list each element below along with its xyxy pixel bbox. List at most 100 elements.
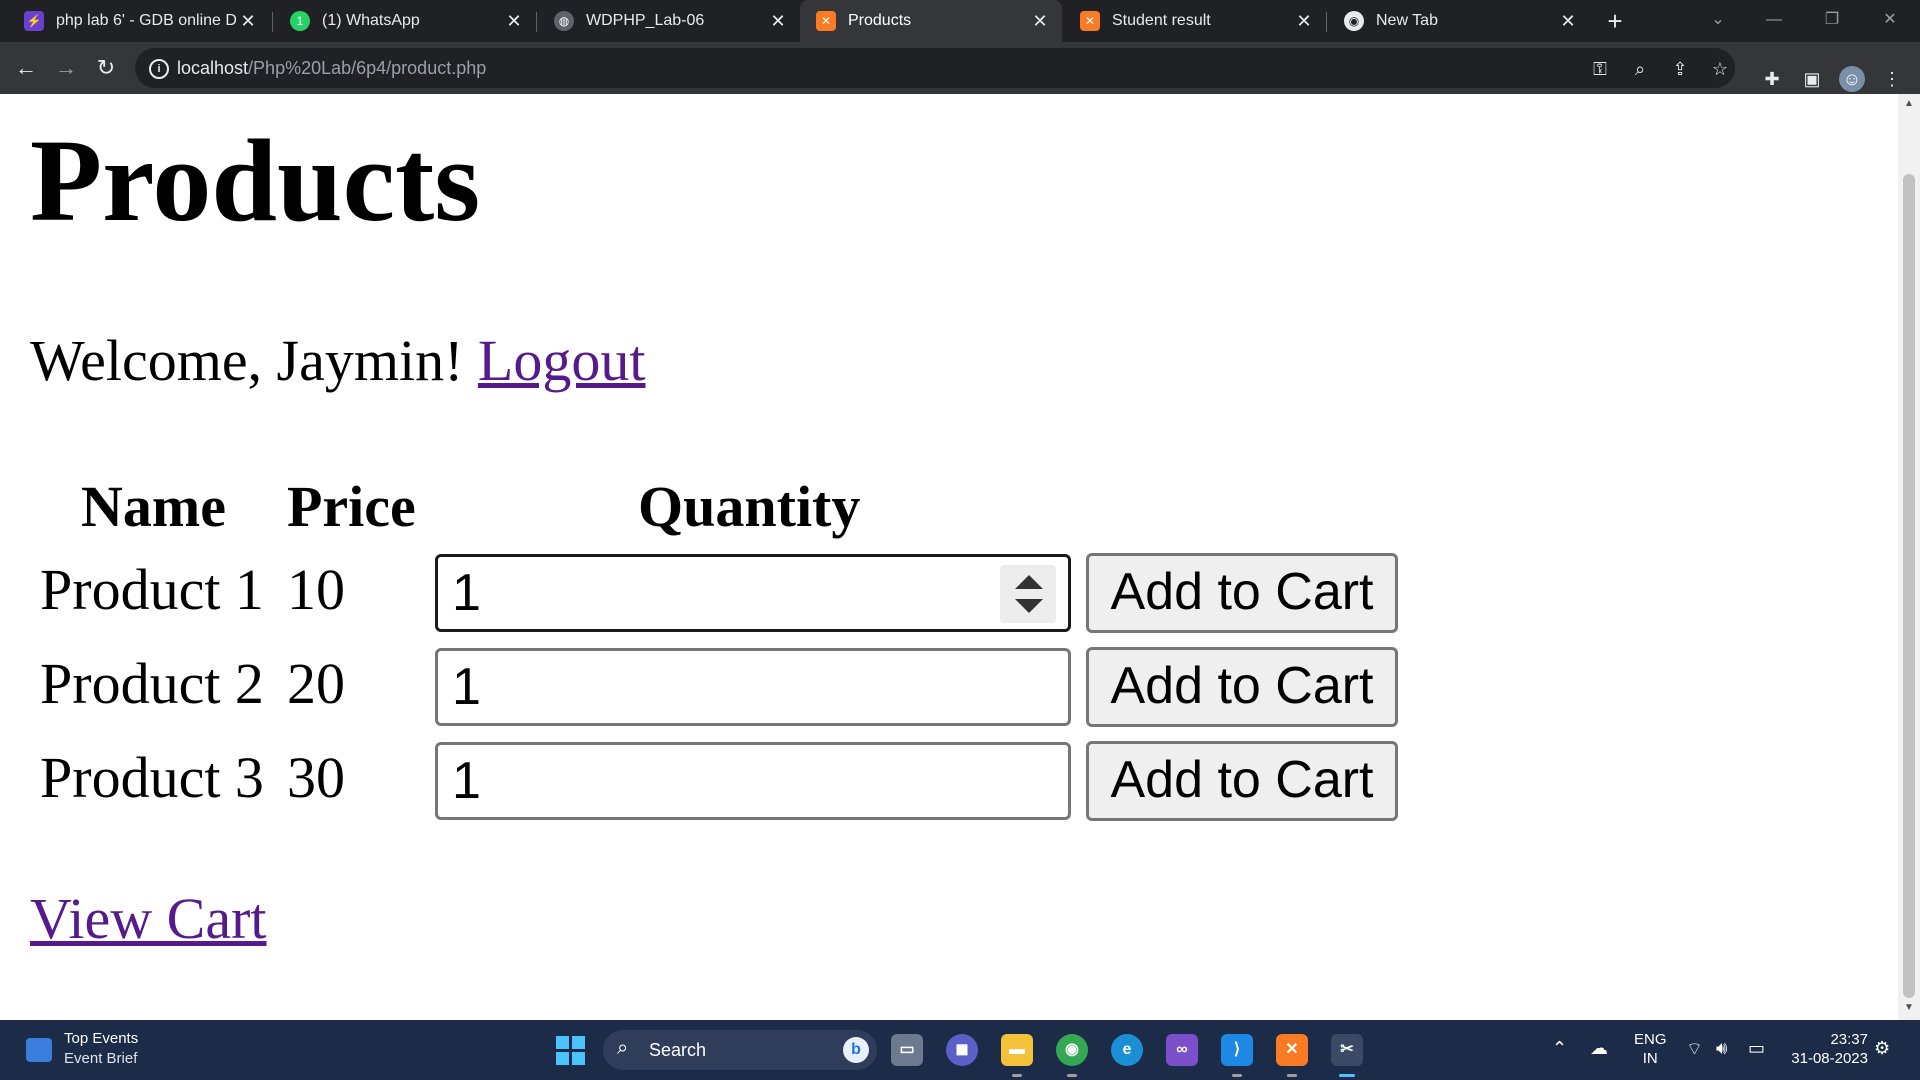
product-price: 10 xyxy=(287,557,345,622)
close-icon[interactable]: ✕ xyxy=(1292,11,1316,32)
tab-student-result[interactable]: ✕ Student result ✕ xyxy=(1064,0,1326,42)
browser-toolbar: ← → ↻ i localhost/Php%20Lab/6p4/product.… xyxy=(0,42,1920,94)
tab-gdb[interactable]: ⚡ php lab 6' - GDB online Debugger ✕ xyxy=(8,0,270,42)
url-host: localhost xyxy=(177,58,249,78)
bing-icon[interactable]: b xyxy=(843,1037,869,1063)
product-price: 20 xyxy=(287,651,345,716)
spinner-control[interactable] xyxy=(1000,565,1056,623)
clock[interactable]: 23:37 31-08-2023 xyxy=(1786,1030,1868,1068)
extensions-icon[interactable]: ✚ xyxy=(1759,66,1785,92)
tab-title: (1) WhatsApp xyxy=(322,12,420,29)
header-price: Price xyxy=(287,474,416,539)
forward-icon[interactable]: → xyxy=(52,54,80,82)
welcome-text: Welcome, Jaymin! xyxy=(30,328,464,393)
close-icon[interactable]: ✕ xyxy=(502,11,526,32)
xampp-icon[interactable]: ✕ xyxy=(1276,1034,1308,1066)
zoom-icon[interactable]: ⌕ xyxy=(1628,57,1652,81)
restore-icon[interactable]: ❐ xyxy=(1804,0,1860,42)
wifi-icon[interactable]: ⌔ xyxy=(1686,1038,1703,1061)
running-indicator xyxy=(1067,1074,1077,1077)
url-text[interactable]: localhost/Php%20Lab/6p4/product.php xyxy=(177,58,486,79)
xampp-icon: ✕ xyxy=(1080,11,1100,31)
tab-new-tab[interactable]: ◉ New Tab ✕ xyxy=(1328,0,1590,42)
add-to-cart-button[interactable]: Add to Cart xyxy=(1086,553,1398,633)
tab-title: Products xyxy=(848,12,912,29)
tab-separator xyxy=(536,12,537,32)
tab-whatsapp[interactable]: 1 (1) WhatsApp ✕ xyxy=(274,0,536,42)
add-to-cart-button[interactable]: Add to Cart xyxy=(1086,647,1398,727)
start-icon[interactable] xyxy=(556,1036,586,1066)
scroll-down-icon[interactable]: ▼ xyxy=(1898,1002,1920,1016)
new-tab-button[interactable]: + xyxy=(1600,6,1630,36)
language-indicator[interactable]: ENG IN xyxy=(1634,1030,1667,1068)
file-explorer-icon[interactable]: ▬ xyxy=(1001,1034,1033,1066)
site-info-icon[interactable]: i xyxy=(149,59,169,79)
vscode-icon[interactable]: ⟩ xyxy=(1221,1034,1253,1066)
widget-title[interactable]: Top Events xyxy=(64,1030,138,1047)
window-close-icon[interactable]: ✕ xyxy=(1862,0,1918,42)
key-icon[interactable]: ⚿ xyxy=(1588,57,1612,81)
running-indicator xyxy=(1012,1074,1022,1077)
page-content: Products Welcome, Jaymin! Logout Name Pr… xyxy=(0,94,1898,1020)
header-name: Name xyxy=(81,474,226,539)
task-view-icon[interactable]: ▭ xyxy=(891,1034,923,1066)
add-to-cart-button[interactable]: Add to Cart xyxy=(1086,741,1398,821)
close-icon[interactable]: ✕ xyxy=(1028,11,1052,32)
close-icon[interactable]: ✕ xyxy=(1556,11,1580,32)
bookmark-star-icon[interactable]: ☆ xyxy=(1708,57,1732,81)
tab-separator xyxy=(272,12,273,32)
share-icon[interactable]: ⇪ xyxy=(1668,57,1692,81)
logout-link[interactable]: Logout xyxy=(478,328,646,393)
volume-icon[interactable]: 🔊︎ xyxy=(1716,1038,1727,1059)
globe-icon: ◍ xyxy=(554,11,574,31)
reload-icon[interactable]: ↻ xyxy=(92,54,120,82)
arrow-up-icon[interactable] xyxy=(1015,575,1043,589)
snipping-tool-icon[interactable]: ✂ xyxy=(1331,1034,1363,1066)
visual-studio-icon[interactable]: ∞ xyxy=(1166,1034,1198,1066)
search-icon: ⌕ xyxy=(617,1037,629,1059)
taskbar-search[interactable]: ⌕ Search b xyxy=(603,1030,877,1070)
onedrive-icon[interactable]: ☁ xyxy=(1590,1038,1608,1059)
chrome-icon[interactable]: ◉ xyxy=(1056,1034,1088,1066)
teams-chat-icon[interactable]: ◼ xyxy=(946,1034,978,1066)
product-name: Product 3 xyxy=(40,745,264,810)
quantity-value: 1 xyxy=(452,658,481,716)
quantity-stepper[interactable]: 1 xyxy=(435,742,1071,820)
product-name: Product 1 xyxy=(40,557,264,622)
view-cart-link[interactable]: View Cart xyxy=(30,884,267,954)
quantity-stepper[interactable]: 1 xyxy=(435,648,1071,726)
tab-wdphp[interactable]: ◍ WDPHP_Lab-06 ✕ xyxy=(538,0,800,42)
product-price: 30 xyxy=(287,745,345,810)
scrollbar-thumb[interactable] xyxy=(1903,174,1915,998)
battery-icon[interactable]: ▭ xyxy=(1748,1038,1765,1059)
profile-avatar[interactable]: ☺ xyxy=(1839,66,1865,92)
xampp-icon: ✕ xyxy=(816,11,836,31)
running-indicator xyxy=(1232,1074,1242,1077)
tab-strip: ⚡ php lab 6' - GDB online Debugger ✕ 1 (… xyxy=(0,0,1920,42)
minimize-icon[interactable]: — xyxy=(1746,0,1802,42)
widget-subtitle[interactable]: Event Brief xyxy=(64,1050,137,1067)
widgets-icon[interactable] xyxy=(26,1038,52,1062)
back-icon[interactable]: ← xyxy=(12,54,40,82)
quantity-stepper[interactable]: 1 xyxy=(435,554,1071,632)
clock-time: 23:37 xyxy=(1830,1031,1868,1048)
address-bar[interactable]: i localhost/Php%20Lab/6p4/product.php ⚿ … xyxy=(135,48,1735,88)
close-icon[interactable]: ✕ xyxy=(766,11,790,32)
scroll-up-icon[interactable]: ▲ xyxy=(1898,98,1920,112)
notification-icon[interactable]: ⚙ xyxy=(1874,1038,1890,1059)
close-icon[interactable]: ✕ xyxy=(236,11,260,32)
lang-line1: ENG xyxy=(1634,1031,1667,1048)
tab-search-icon[interactable]: ⌄ xyxy=(1690,0,1746,42)
tab-products[interactable]: ✕ Products ✕ xyxy=(800,0,1062,42)
arrow-down-icon[interactable] xyxy=(1015,599,1043,613)
side-panel-icon[interactable]: ▣ xyxy=(1799,66,1825,92)
lang-line2: IN xyxy=(1642,1050,1658,1067)
vertical-scrollbar[interactable]: ▲ ▼ xyxy=(1898,94,1920,1020)
tab-title: New Tab xyxy=(1376,12,1438,29)
chevron-up-icon[interactable]: ⌃ xyxy=(1552,1038,1567,1059)
menu-icon[interactable]: ⋮ xyxy=(1879,66,1905,92)
tab-title: Student result xyxy=(1112,12,1211,29)
product-name: Product 2 xyxy=(40,651,264,716)
edge-icon[interactable]: e xyxy=(1111,1034,1143,1066)
taskbar: Top Events Event Brief ⌕ Search b ▭ ◼ ▬ … xyxy=(0,1020,1920,1080)
